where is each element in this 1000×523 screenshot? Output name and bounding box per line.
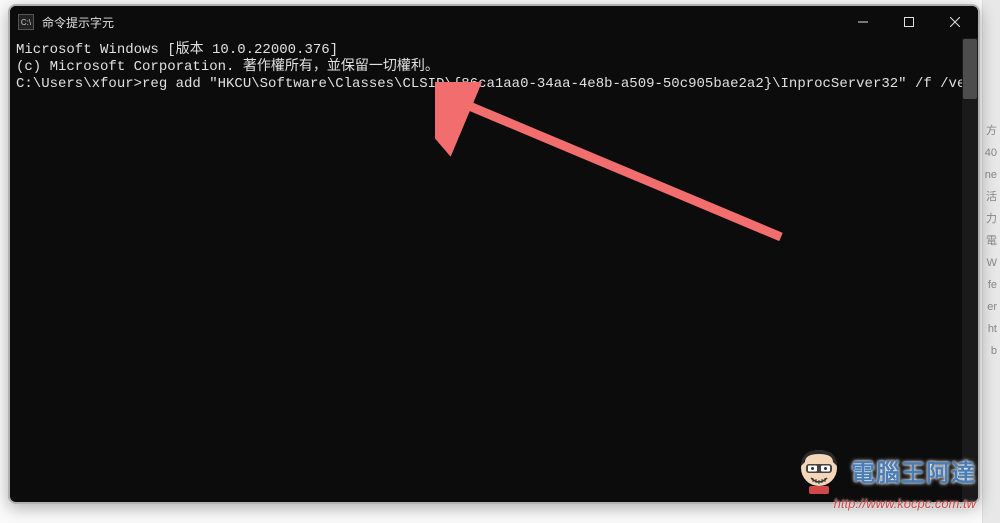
terminal-body[interactable]: Microsoft Windows [版本 10.0.22000.376] (c…	[10, 38, 978, 502]
cmd-icon: C:\	[18, 14, 34, 30]
window-controls	[840, 6, 978, 38]
window-title: 命令提示字元	[42, 14, 840, 31]
cmd-icon-text: C:\	[21, 18, 31, 27]
terminal-line: Microsoft Windows [版本 10.0.22000.376]	[16, 42, 972, 59]
background-page-strip: 方40ne活力電Wfeerhtb	[982, 0, 1000, 523]
watermark-logo: 電腦王阿達	[795, 446, 976, 494]
minimize-button[interactable]	[840, 6, 886, 38]
scrollbar-thumb[interactable]	[963, 39, 977, 99]
maximize-button[interactable]	[886, 6, 932, 38]
watermark: 電腦王阿達 http://www.kocpc.com.tw	[795, 446, 976, 511]
terminal-line: C:\Users\xfour>reg add "HKCU\Software\Cl…	[16, 76, 972, 93]
watermark-url: http://www.kocpc.com.tw	[795, 496, 976, 511]
terminal-scrollbar[interactable]	[962, 38, 978, 502]
command-prompt-window: C:\ 命令提示字元 Microsoft Windows [版本 10.0.22…	[8, 4, 980, 504]
terminal-line: (c) Microsoft Corporation. 著作權所有，並保留一切權利…	[16, 59, 972, 76]
window-titlebar[interactable]: C:\ 命令提示字元	[10, 6, 978, 38]
watermark-avatar-icon	[795, 446, 843, 494]
close-button[interactable]	[932, 6, 978, 38]
watermark-brand: 電腦王阿達	[851, 453, 976, 488]
